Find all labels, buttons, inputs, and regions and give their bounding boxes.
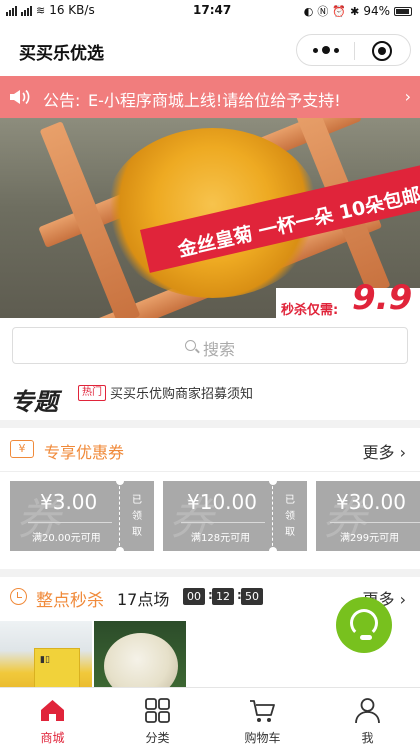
countdown-minutes: 12	[212, 588, 234, 605]
headset-icon	[350, 609, 378, 637]
coupon-card[interactable]: 券 ¥10.00 满128元可用 已领取	[163, 477, 307, 555]
network-speed: 16 KB/s	[49, 3, 95, 17]
coupon-notch	[269, 547, 277, 555]
coupon-status: 已领取	[132, 495, 142, 538]
tab-label: 商城	[40, 731, 65, 745]
coupon-section-title: 专享优惠券	[44, 443, 125, 462]
coupon-notch	[116, 477, 124, 485]
search-section: 搜索	[0, 318, 420, 374]
search-input[interactable]: 搜索	[12, 327, 408, 364]
coupon-icon: ¥	[10, 440, 34, 458]
coupon-amount: ¥10.00	[187, 490, 257, 514]
coupon-condition: 满20.00元可用	[32, 533, 101, 544]
category-icon	[145, 698, 170, 723]
capsule-divider	[354, 42, 355, 60]
flash-sale-title: 整点秒杀	[36, 591, 104, 611]
coupon-amount: ¥3.00	[40, 490, 98, 514]
wifi-icon: ≋	[36, 3, 46, 17]
tab-label: 我	[361, 731, 374, 745]
banner-price-label: 秒杀仅需:	[281, 303, 339, 318]
app-screen: ≋ 16 KB/s 17:47 ◐ Ⓝ ⏰ ✱ 94% 买买乐优选 公告: E-…	[0, 0, 420, 747]
cart-icon	[250, 700, 275, 722]
tab-bar: 商城 分类 购物车 我	[0, 687, 420, 747]
coupon-condition: 满128元可用	[191, 533, 251, 544]
product-box-art: ▮▯	[40, 655, 50, 665]
coupon-card[interactable]: 券 ¥3.00 满20.00元可用 已领取	[10, 477, 154, 555]
nfc-icon: Ⓝ	[317, 5, 329, 18]
customer-service-button[interactable]	[336, 597, 392, 653]
search-icon	[185, 340, 196, 351]
navigation-bar: 买买乐优选	[0, 22, 420, 76]
countdown-hours: 00	[183, 588, 205, 605]
coupon-section: ¥ 专享优惠券 更多 › 券 ¥3.00 满20.00元可用 已领取 券 ¥10…	[0, 428, 420, 569]
tab-cart[interactable]: 购物车	[210, 688, 315, 747]
alarm-icon: ⏰	[332, 4, 347, 18]
clock-icon	[10, 588, 27, 605]
tab-category[interactable]: 分类	[105, 688, 210, 747]
banner-price: 9.9	[352, 278, 413, 318]
speaker-icon	[10, 89, 30, 105]
headset-mic	[360, 635, 372, 640]
notice-text: E-小程序商城上线!请给位给予支持!	[88, 91, 341, 110]
battery-percent: 94%	[363, 4, 390, 18]
coupon-main: 券 ¥10.00 满128元可用	[163, 481, 273, 551]
page-title: 买买乐优选	[19, 44, 104, 64]
chevron-right-icon: ›	[404, 87, 411, 106]
coupon-condition: 满299元可用	[340, 533, 400, 544]
coupon-more-link[interactable]: 更多 ›	[363, 439, 407, 463]
more-menu-button[interactable]	[313, 44, 339, 56]
coupon-amount: ¥30.00	[336, 490, 406, 514]
notice-bar[interactable]: 公告: E-小程序商城上线!请给位给予支持! ›	[0, 76, 420, 118]
flash-sale-session: 17点场	[117, 590, 170, 609]
tab-home[interactable]: 商城	[0, 688, 105, 747]
status-right: ◐ Ⓝ ⏰ ✱ 94%	[304, 3, 412, 19]
coupon-status: 已领取	[285, 495, 295, 538]
status-bar: ≋ 16 KB/s 17:47 ◐ Ⓝ ⏰ ✱ 94%	[0, 0, 420, 22]
coupon-notch	[269, 477, 277, 485]
signal-icon-2	[21, 5, 32, 16]
coupon-main: 券 ¥30.00 满299元可用	[316, 481, 420, 551]
product-image[interactable]	[94, 621, 186, 695]
miniprogram-capsule	[296, 34, 411, 66]
notice-label: 公告:	[43, 91, 81, 110]
bluetooth-icon: ✱	[350, 4, 360, 18]
home-icon	[41, 700, 64, 721]
status-left: ≋ 16 KB/s	[6, 3, 95, 17]
close-miniprogram-button[interactable]	[372, 41, 392, 61]
topic-section[interactable]: 专题 热门 买买乐优购商家招募须知	[0, 374, 420, 420]
coupon-main: 券 ¥3.00 满20.00元可用	[10, 481, 120, 551]
coupon-divider	[28, 522, 112, 523]
status-time: 17:47	[193, 3, 232, 17]
coupon-divider	[181, 522, 265, 523]
signal-icon	[6, 5, 17, 16]
coupon-list: 券 ¥3.00 满20.00元可用 已领取 券 ¥10.00 满128元可用 已…	[0, 477, 420, 561]
tab-label: 分类	[145, 731, 170, 745]
countdown-seconds: 50	[241, 588, 263, 605]
coupon-header: ¥ 专享优惠券 更多 ›	[0, 428, 420, 472]
coupon-notch	[116, 547, 124, 555]
product-image[interactable]: ▮▯	[0, 621, 92, 695]
topic-text: 买买乐优购商家招募须知	[110, 387, 254, 402]
squash-image	[104, 633, 178, 695]
product-box: ▮▯	[34, 648, 80, 688]
coupon-divider	[330, 522, 420, 523]
topic-title: 专题	[10, 388, 58, 416]
tab-label: 购物车	[244, 731, 281, 745]
mute-icon: ◐	[303, 4, 314, 18]
coupon-more-label: 更多	[362, 443, 395, 462]
coupon-card[interactable]: 券 ¥30.00 满299元可用	[316, 481, 420, 551]
tab-me[interactable]: 我	[315, 688, 420, 747]
user-icon	[355, 698, 380, 724]
promo-banner[interactable]: 金丝皇菊 一杯一朵 10朵包邮 秒杀仅需: 9.9	[0, 118, 420, 318]
hot-badge: 热门	[78, 385, 106, 401]
search-placeholder: 搜索	[203, 340, 236, 359]
battery-icon	[394, 6, 412, 16]
